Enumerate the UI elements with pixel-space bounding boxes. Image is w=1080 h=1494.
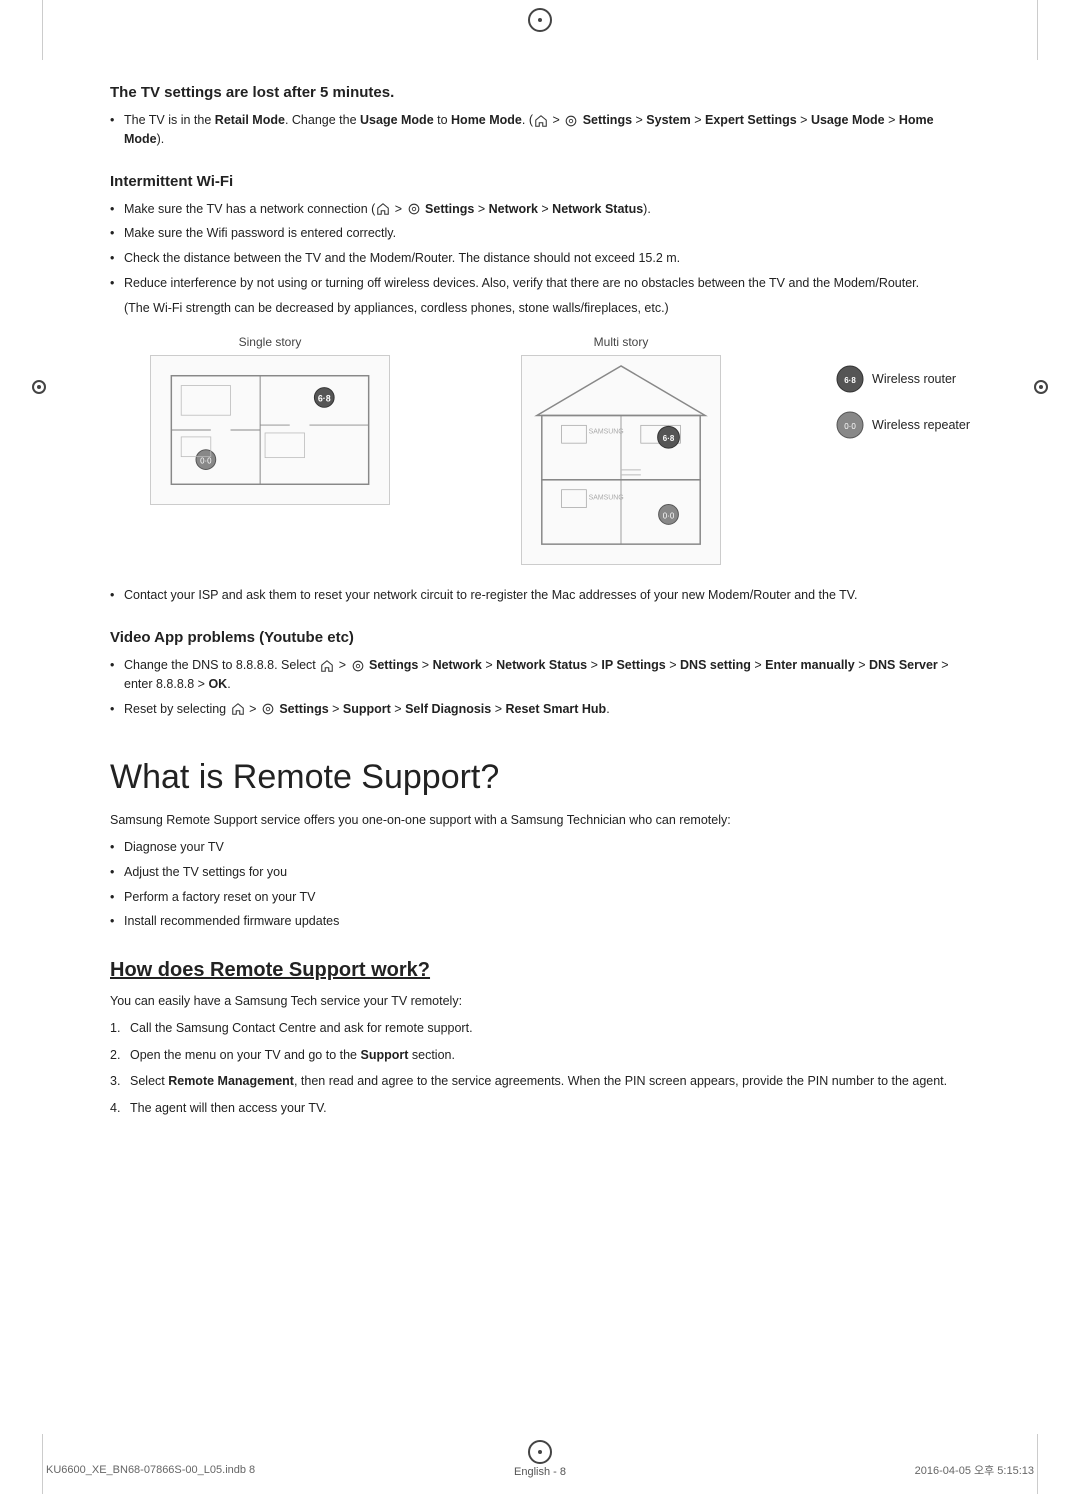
wifi-list: Make sure the TV has a network connectio… [110, 200, 970, 293]
svg-text:6·8: 6·8 [318, 394, 331, 404]
step4-num: 4. [110, 1099, 120, 1118]
multi-story-diagram: Multi story [430, 335, 812, 568]
multi-story-label: Multi story [430, 335, 812, 349]
step2: 2. Open the menu on your TV and go to th… [110, 1046, 970, 1065]
line-top-left [42, 0, 43, 60]
top-circle-decoration [528, 8, 552, 32]
tv-settings-heading: The TV settings are lost after 5 minutes… [110, 84, 970, 101]
footer-page: English - 8 [514, 1466, 566, 1478]
how-it-works-steps: 1. Call the Samsung Contact Centre and a… [110, 1019, 970, 1118]
remote-support-section: What is Remote Support? Samsung Remote S… [110, 758, 970, 931]
settings-icon1 [564, 114, 578, 128]
svg-text:6·8: 6·8 [663, 434, 675, 443]
wifi-heading: Intermittent Wi-Fi [110, 173, 970, 190]
step3-text: Select Remote Management, then read and … [130, 1074, 947, 1088]
legend-repeater-label: Wireless repeater [872, 418, 970, 432]
how-it-works-heading: How does Remote Support work? [110, 959, 970, 982]
page-content: The TV settings are lost after 5 minutes… [90, 0, 990, 1206]
video-app-item1: Change the DNS to 8.8.8.8. Select > Sett… [110, 656, 970, 694]
how-it-works-section: How does Remote Support work? You can ea… [110, 959, 970, 1118]
home-icon3 [320, 659, 334, 673]
legend-repeater-icon: 0·0 [836, 411, 864, 439]
footer-left: KU6600_XE_BN68-07866S-00_L05.indb 8 [46, 1464, 255, 1476]
legend-router-label: Wireless router [872, 372, 956, 386]
svg-text:6·8: 6·8 [844, 376, 856, 385]
wifi-item2: Make sure the Wifi password is entered c… [110, 224, 970, 243]
line-top-right [1037, 0, 1038, 60]
wifi-list2: Contact your ISP and ask them to reset y… [110, 586, 970, 605]
svg-text:SAMSUNG: SAMSUNG [589, 429, 624, 436]
video-app-list: Change the DNS to 8.8.8.8. Select > Sett… [110, 656, 970, 718]
wifi-item3: Check the distance between the TV and th… [110, 249, 970, 268]
step2-num: 2. [110, 1046, 120, 1065]
home-icon4 [231, 702, 245, 716]
side-right-circle [1034, 380, 1048, 394]
step3-num: 3. [110, 1072, 120, 1091]
step1-num: 1. [110, 1019, 120, 1038]
footer-center: English - 8 [514, 1466, 566, 1478]
remote-support-item4: Install recommended firmware updates [110, 912, 970, 931]
multi-story-svg: 6·8 SAMSUNG SAMSUNG 0·0 [521, 355, 721, 565]
diagram-container: Single story 6·8 0·0 [110, 335, 970, 568]
footer-right: 2016-04-05 오후 5:15:13 [915, 1462, 1034, 1478]
remote-support-heading: What is Remote Support? [110, 758, 970, 797]
video-app-text1: Change the DNS to 8.8.8.8. Select > Sett… [124, 658, 949, 691]
wifi-section: Intermittent Wi-Fi Make sure the TV has … [110, 173, 970, 606]
remote-support-item3: Perform a factory reset on your TV [110, 888, 970, 907]
step4: 4. The agent will then access your TV. [110, 1099, 970, 1118]
remote-support-list: Diagnose your TV Adjust the TV settings … [110, 838, 970, 931]
wifi-item5: Contact your ISP and ask them to reset y… [110, 586, 970, 605]
tv-settings-list: The TV is in the Retail Mode. Change the… [110, 111, 970, 149]
video-app-item2: Reset by selecting > Settings > Support … [110, 700, 970, 719]
video-app-section: Video App problems (Youtube etc) Change … [110, 629, 970, 718]
legend: 6·8 Wireless router 0·0 Wireless repeate… [812, 335, 970, 439]
svg-text:0·0: 0·0 [844, 422, 856, 431]
remote-support-intro: Samsung Remote Support service offers yo… [110, 811, 970, 830]
single-story-label: Single story [110, 335, 430, 349]
how-it-works-intro: You can easily have a Samsung Tech servi… [110, 992, 970, 1011]
tv-settings-text1: The TV is in the Retail Mode. Change the… [124, 113, 934, 146]
settings-icon3 [351, 659, 365, 673]
step2-text: Open the menu on your TV and go to the S… [130, 1048, 455, 1062]
tv-settings-item1: The TV is in the Retail Mode. Change the… [110, 111, 970, 149]
settings-icon2 [407, 202, 421, 216]
side-left-circle [32, 380, 46, 394]
video-app-heading: Video App problems (Youtube etc) [110, 629, 970, 646]
step4-text: The agent will then access your TV. [130, 1101, 327, 1115]
wifi-note: (The Wi-Fi strength can be decreased by … [124, 299, 970, 318]
tv-settings-section: The TV settings are lost after 5 minutes… [110, 84, 970, 149]
step1-text: Call the Samsung Contact Centre and ask … [130, 1021, 473, 1035]
svg-text:0·0: 0·0 [200, 457, 212, 466]
video-app-text2: Reset by selecting > Settings > Support … [124, 702, 610, 716]
settings-icon4 [261, 702, 275, 716]
home-icon [534, 114, 548, 128]
legend-router-icon: 6·8 [836, 365, 864, 393]
step3: 3. Select Remote Management, then read a… [110, 1072, 970, 1091]
wifi-item4: Reduce interference by not using or turn… [110, 274, 970, 293]
remote-support-item2: Adjust the TV settings for you [110, 863, 970, 882]
legend-router-item: 6·8 Wireless router [836, 365, 970, 393]
bottom-circle-decoration [528, 1440, 552, 1464]
wifi-item1: Make sure the TV has a network connectio… [110, 200, 970, 219]
single-story-diagram: Single story 6·8 0·0 [110, 335, 430, 508]
remote-support-item1: Diagnose your TV [110, 838, 970, 857]
svg-text:SAMSUNG: SAMSUNG [589, 495, 624, 502]
svg-text:0·0: 0·0 [663, 512, 675, 521]
single-story-svg: 6·8 0·0 [150, 355, 390, 505]
step1: 1. Call the Samsung Contact Centre and a… [110, 1019, 970, 1038]
home-icon2 [376, 202, 390, 216]
legend-repeater-item: 0·0 Wireless repeater [836, 411, 970, 439]
